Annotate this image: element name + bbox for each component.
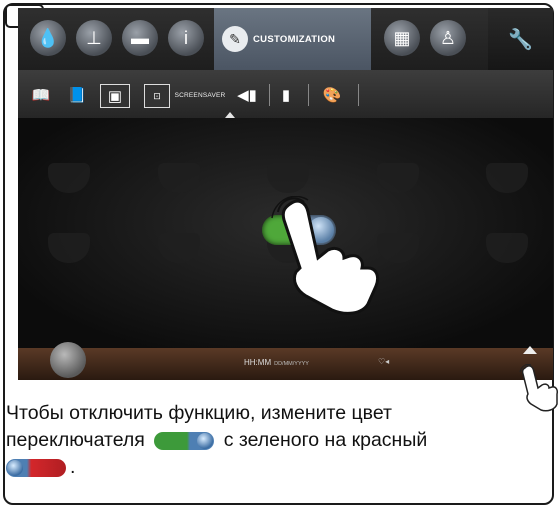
caption-line2: переключателя с зеленого на красный [6,427,554,454]
caption-line2-suffix: с зеленого на красный [223,429,428,451]
ghost-drink [48,136,96,148]
cup-icon[interactable]: ▬ [122,20,158,56]
clock-time: HH:MM [244,358,272,367]
ghost-cup [376,163,419,193]
divider [358,84,359,106]
divider [308,84,309,106]
clock-icon[interactable]: ⊥ [76,20,112,56]
ghost-cup [48,163,90,193]
bottom-status-bar: HH:MM DD/MM/YYYY ♡◂ [18,342,553,380]
clock-display: HH:MM DD/MM/YYYY [244,358,309,367]
screensaver-label: SCREENSAVER [174,91,226,99]
ghost-cup [157,233,200,263]
info-icon[interactable]: i [168,20,204,56]
book-open-icon[interactable]: 📘 [64,84,90,106]
wrench-icon[interactable]: 🔧 [488,8,553,70]
ghost-cup [157,163,200,193]
background-drinks-row [48,136,528,148]
red-toggle-icon [6,458,66,477]
caption-line1: Чтобы отключить функцию, измените цвет [6,402,392,424]
screensaver-icon[interactable]: ⊡ [144,84,170,108]
user-icon[interactable]: ♙ [430,20,466,56]
ghost-cup [267,163,309,193]
heart-icon[interactable]: ♡◂ [378,357,389,366]
background-cups-row [48,163,528,193]
ghost-cup [486,163,528,193]
tab-customization[interactable]: ✎ CUSTOMIZATION [214,8,371,70]
home-button[interactable] [50,342,86,378]
bottle-icon[interactable]: ▮ [276,84,296,106]
water-drop-icon[interactable]: 💧 [30,20,66,56]
palette-icon[interactable]: 🎨 [318,84,346,106]
clock-date: DD/MM/YYYY [274,361,309,367]
up-arrow-icon[interactable] [523,346,537,354]
ghost-drink [156,136,204,148]
pointing-hand-icon [271,196,380,315]
ghost-drink [372,136,420,148]
top-menu-bar: 💧 ⊥ ▬ i ✎ CUSTOMIZATION ▦ ♙ 🔧 [18,8,553,70]
tab-screensaver[interactable]: SCREENSAVER [172,84,228,106]
divider [269,84,270,106]
caption-line2-prefix: переключателя [6,429,145,451]
speaker-icon[interactable]: ◀▮ [234,84,260,106]
caption-line3-suffix: . [70,456,76,478]
book-icon[interactable]: 📖 [28,84,54,106]
ghost-cup [486,233,528,263]
green-toggle-icon [154,431,215,450]
ghost-drink [264,136,312,148]
tab-customization-label: CUSTOMIZATION [253,33,336,45]
calendar-icon[interactable]: ▦ [384,20,420,56]
instruction-caption: Чтобы отключить функцию, измените цвет п… [6,400,554,481]
customization-subbar: 📖 📘 ▣ ⊡ SCREENSAVER ◀▮ ▮ 🎨 [18,70,553,119]
ghost-drink [480,136,528,148]
image-icon[interactable]: ▣ [100,84,130,108]
pen-icon: ✎ [222,26,248,52]
ghost-cup [48,233,90,263]
device-screen: 💧 ⊥ ▬ i ✎ CUSTOMIZATION ▦ ♙ 🔧 📖 📘 ▣ ⊡ SC… [18,8,553,380]
caption-line3: . [6,454,554,481]
